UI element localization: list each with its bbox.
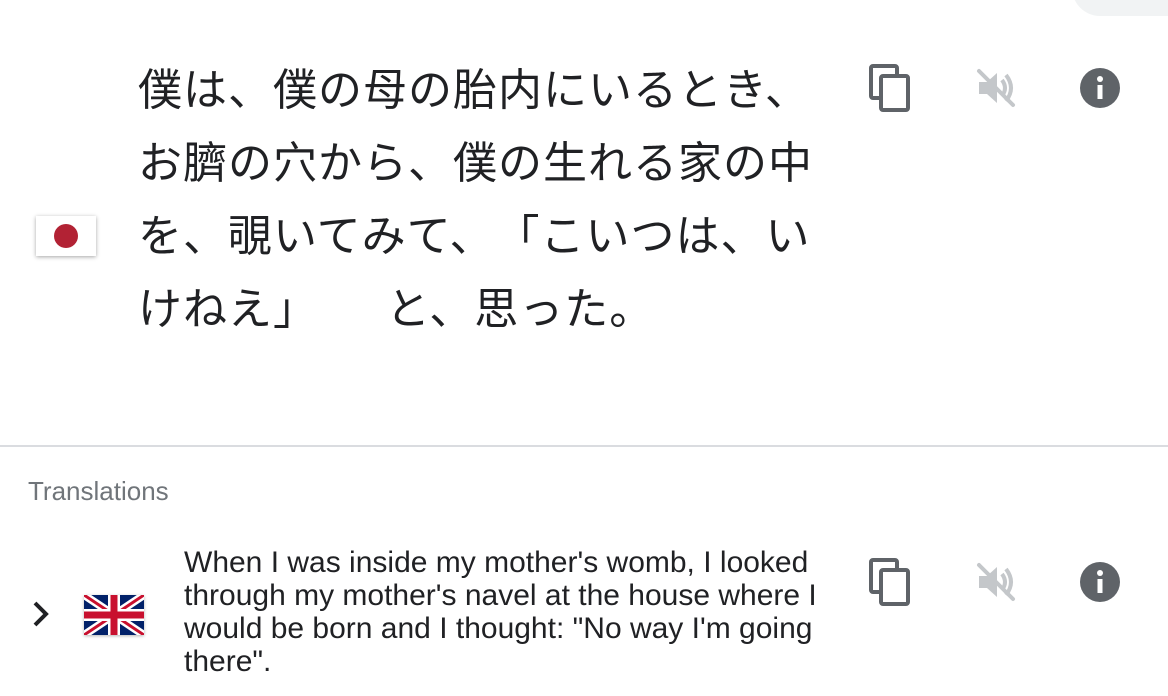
uk-flag-icon [81, 591, 147, 639]
info-icon [1080, 68, 1120, 108]
expand-translation-button[interactable] [26, 596, 56, 632]
speaker-muted-icon [977, 69, 1015, 107]
listen-translation-button[interactable] [968, 554, 1024, 610]
info-translation-button[interactable] [1072, 554, 1128, 610]
listen-source-button[interactable] [968, 60, 1024, 116]
top-pill-button[interactable] [1072, 0, 1168, 16]
info-icon [1080, 562, 1120, 602]
translation-text: When I was inside my mother's womb, I lo… [184, 546, 817, 678]
copy-icon [869, 558, 910, 606]
japan-flag-sun [54, 224, 78, 248]
speaker-muted-icon [977, 563, 1015, 601]
source-text: 僕は、僕の母の胎内にいるとき、お臍の穴から、僕の生れる家の中を、覗いてみて、 「… [138, 65, 813, 335]
translations-heading: Translations [28, 476, 169, 506]
info-source-button[interactable] [1072, 60, 1128, 116]
copy-source-button[interactable] [862, 60, 918, 116]
japan-flag-icon [36, 216, 96, 256]
chevron-right-icon [33, 601, 49, 627]
copy-icon [869, 64, 910, 112]
translation-page: 僕は、僕の母の胎内にいるとき、お臍の穴から、僕の生れる家の中を、覗いてみて、 「… [0, 0, 1168, 696]
copy-translation-button[interactable] [862, 554, 918, 610]
section-divider [0, 445, 1168, 447]
